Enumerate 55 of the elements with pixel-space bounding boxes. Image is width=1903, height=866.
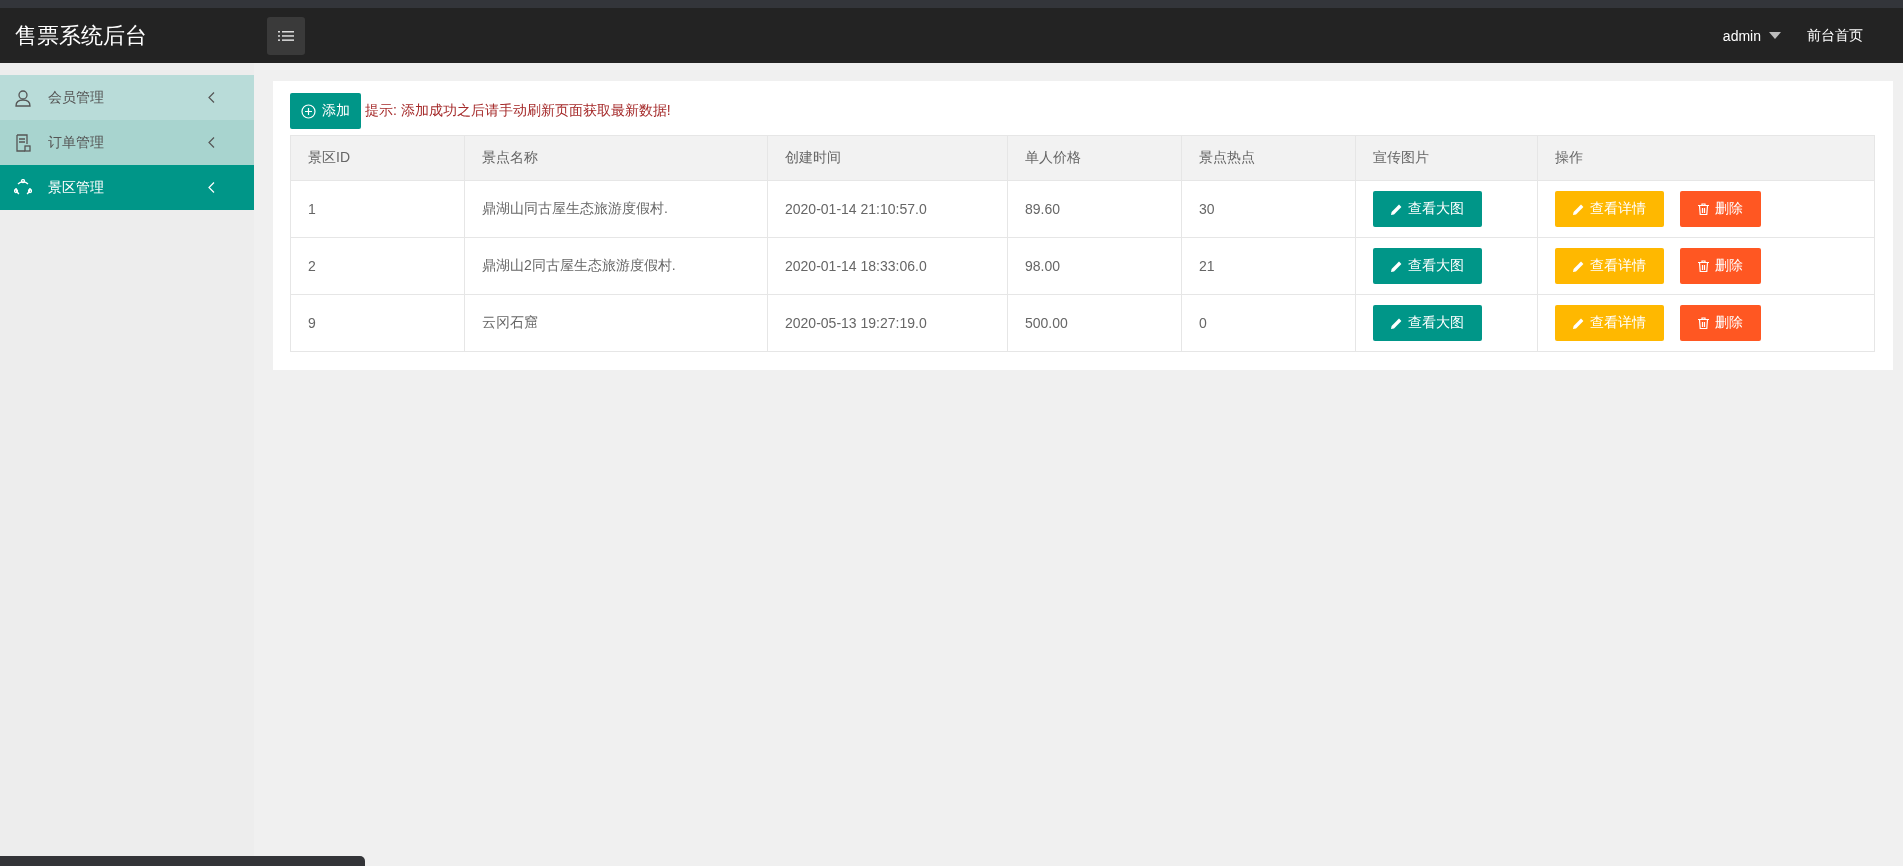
table-cell: 2020-01-14 21:10:57.0 <box>785 201 927 217</box>
view-image-button[interactable]: 查看大图 <box>1373 305 1482 341</box>
menu-button[interactable] <box>267 16 305 55</box>
trash-icon <box>1698 259 1709 272</box>
sidebar-item[interactable]: 订单管理 <box>0 120 254 165</box>
table-cell: 30 <box>1199 201 1215 217</box>
delete-button[interactable]: 删除 <box>1680 247 1761 284</box>
table-cell: 鼎湖山2同古屋生态旅游度假村. <box>482 257 676 273</box>
pencil-icon <box>1391 203 1402 215</box>
delete-button[interactable]: 删除 <box>1680 304 1761 341</box>
user-menu[interactable]: admin <box>1722 27 1781 44</box>
table-cell: 500.00 <box>1025 315 1068 331</box>
trash-icon <box>1698 202 1709 215</box>
table-cell: 0 <box>1199 315 1207 331</box>
document-icon <box>14 133 32 152</box>
menu-icon <box>278 29 294 42</box>
pencil-icon <box>1573 317 1584 329</box>
table-cell: 鼎湖山同古屋生态旅游度假村. <box>482 200 668 216</box>
tip-text: 提示: 添加成功之后请手动刷新页面获取最新数据! <box>365 102 671 120</box>
column-header: 景区ID <box>308 149 350 165</box>
pencil-icon <box>1391 317 1402 329</box>
app-title: 售票系统后台 <box>14 21 148 50</box>
table-cell: 9 <box>308 315 316 331</box>
pencil-icon <box>1391 260 1402 272</box>
table-cell: 98.00 <box>1025 258 1061 274</box>
table-cell: 2020-01-14 18:33:06.0 <box>785 258 927 274</box>
trash-icon <box>1698 316 1709 329</box>
chevron-left-icon <box>208 182 215 193</box>
column-header: 宣传图片 <box>1373 149 1429 165</box>
chevron-left-icon <box>208 137 215 148</box>
column-header: 景点名称 <box>482 149 538 165</box>
table-cell: 云冈石窟 <box>482 314 538 330</box>
home-link[interactable]: 前台首页 <box>1807 26 1863 45</box>
column-header: 单人价格 <box>1025 149 1081 165</box>
add-button[interactable]: 添加 <box>290 93 361 129</box>
table-cell: 21 <box>1199 258 1215 274</box>
table-cell: 1 <box>308 201 316 217</box>
view-image-button[interactable]: 查看大图 <box>1373 191 1482 227</box>
user-icon <box>14 88 32 107</box>
chevron-left-icon <box>208 92 215 103</box>
pencil-icon <box>1573 203 1584 215</box>
table-cell: 2020-05-13 19:27:19.0 <box>785 315 927 331</box>
column-header: 创建时间 <box>785 149 841 165</box>
sidebar-item[interactable]: 景区管理 <box>0 165 254 210</box>
pencil-icon <box>1573 260 1584 272</box>
circle-nodes-icon <box>14 178 32 197</box>
column-header: 景点热点 <box>1199 149 1255 165</box>
caret-icon <box>1769 32 1781 39</box>
table-cell: 89.60 <box>1025 201 1061 217</box>
plus-circle-icon <box>301 103 316 119</box>
table-cell: 2 <box>308 258 316 274</box>
delete-button[interactable]: 删除 <box>1680 190 1761 227</box>
column-header: 操作 <box>1555 149 1583 165</box>
sidebar-item[interactable]: 会员管理 <box>0 75 254 120</box>
view-image-button[interactable]: 查看大图 <box>1373 248 1482 284</box>
